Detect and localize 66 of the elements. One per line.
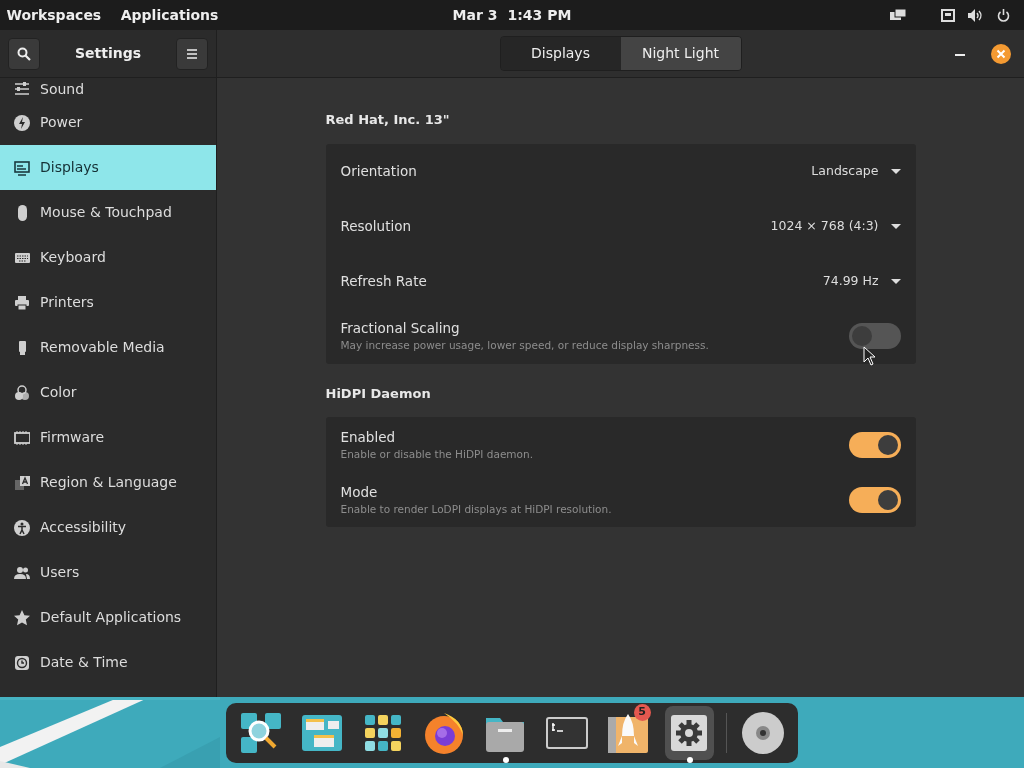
printer-icon <box>14 294 30 311</box>
dropdown[interactable]: Landscape <box>811 161 901 181</box>
sidebar-item[interactable]: Date & Time <box>0 640 216 685</box>
setting-description: May increase power usage, lower speed, or reduce display sharpness. <box>340 338 709 354</box>
toggle-switch[interactable] <box>848 323 901 349</box>
sidebar-item[interactable]: Sound <box>0 78 216 100</box>
setting-label: Refresh Rate <box>340 271 427 291</box>
accessibility-icon <box>14 519 30 536</box>
dock-app[interactable]: 5 <box>603 706 653 760</box>
toggle-switch[interactable] <box>848 486 901 513</box>
sidebar-item[interactable]: Mouse & Touchpad <box>0 190 216 235</box>
toggle-switch[interactable] <box>848 431 901 458</box>
search-icon <box>17 46 31 61</box>
setting-label: Enabled <box>340 427 397 447</box>
notification-badge: 5 <box>633 704 651 721</box>
menu-icon <box>186 48 198 59</box>
setting-description: Enable to render LoDPI displays at HiDPI resolution. <box>340 501 612 517</box>
running-indicator <box>502 757 509 763</box>
tab[interactable]: Night Light <box>620 37 741 70</box>
sliders-icon <box>14 81 30 97</box>
sidebar-item[interactable]: Accessibility <box>0 505 216 550</box>
minimize-icon[interactable] <box>955 54 965 58</box>
dropdown[interactable]: 74.99 Hz <box>822 271 901 291</box>
sidebar-item[interactable]: Displays <box>0 145 216 190</box>
sidebar-item[interactable]: Color <box>0 370 216 415</box>
caret-icon <box>890 278 901 284</box>
clock-icon <box>14 654 30 671</box>
clock-label: 1:43 PM <box>507 5 572 25</box>
menu-button[interactable] <box>176 37 208 70</box>
users-icon <box>14 564 30 581</box>
close-icon[interactable] <box>991 44 1011 64</box>
star-icon <box>14 609 30 626</box>
dropdown[interactable]: 1024 × 768 (4:3) <box>770 216 901 236</box>
chip-icon <box>14 429 30 446</box>
section-title: Red Hat, Inc. 13" <box>325 111 451 129</box>
sidebar-item[interactable]: Printers <box>0 280 216 325</box>
sidebar-item[interactable]: Firmware <box>0 415 216 460</box>
window-title: Settings <box>74 44 142 63</box>
caret-icon <box>890 223 901 229</box>
sidebar-item[interactable]: Removable Media <box>0 325 216 370</box>
windows-icon[interactable] <box>890 8 906 22</box>
sidebar-item[interactable]: Power <box>0 100 216 145</box>
running-indicator <box>686 757 693 763</box>
date-label: Mar 3 <box>452 5 498 25</box>
top-menu[interactable]: Workspaces <box>6 4 102 26</box>
search-button[interactable] <box>8 37 40 70</box>
sidebar-item[interactable]: Users <box>0 550 216 595</box>
power-icon[interactable] <box>997 8 1010 22</box>
circles-icon <box>14 384 30 401</box>
lightning-icon <box>14 114 30 131</box>
volume-icon[interactable] <box>968 8 984 22</box>
section-title: HiDPI Daemon <box>325 384 432 403</box>
sidebar-item[interactable]: Region & Language <box>0 460 216 505</box>
setting-label: Fractional Scaling <box>340 319 461 338</box>
monitor-icon <box>14 159 30 176</box>
sidebar-item[interactable]: Default Applications <box>0 595 216 640</box>
setting-label: Resolution <box>340 216 412 236</box>
setting-description: Enable or disable the HiDPI daemon. <box>340 446 533 462</box>
dock-app[interactable] <box>664 706 714 760</box>
top-menu[interactable]: Applications <box>120 4 219 26</box>
setting-label: Orientation <box>340 161 417 181</box>
sidebar-item[interactable]: Keyboard <box>0 235 216 280</box>
tab[interactable]: Displays <box>500 37 621 70</box>
setting-label: Mode <box>340 482 379 502</box>
language-icon <box>14 474 30 491</box>
caret-icon <box>890 168 901 174</box>
